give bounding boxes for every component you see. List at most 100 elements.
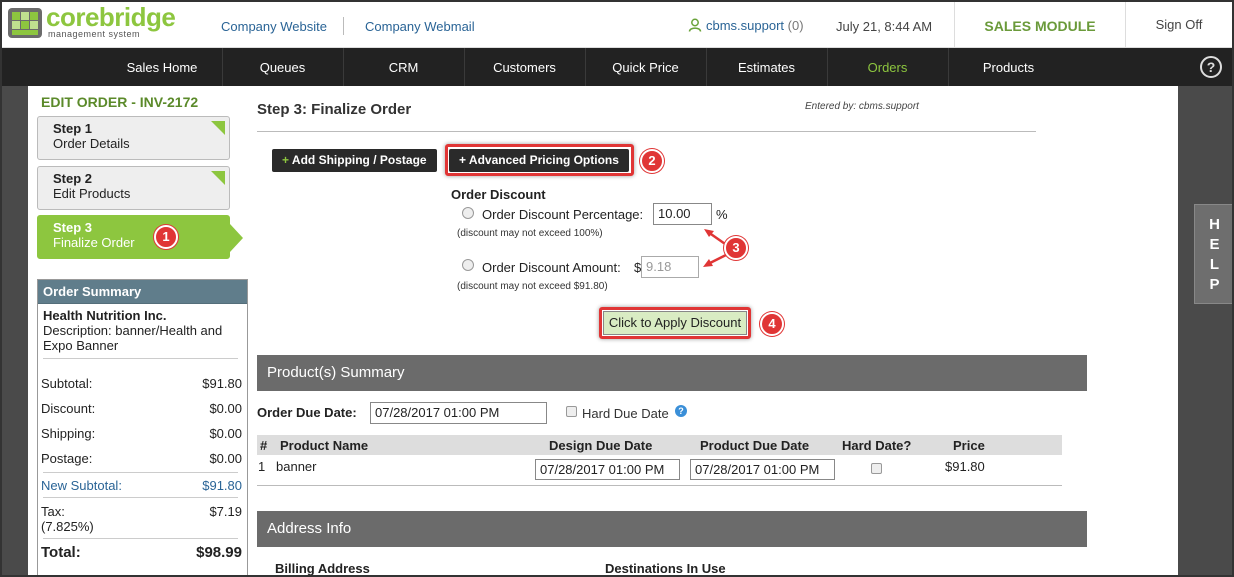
right-gutter	[1178, 86, 1232, 575]
column-header-product-name: Product Name	[280, 438, 369, 453]
summary-value: $0.00	[209, 426, 242, 441]
add-shipping-postage-button[interactable]: + Add Shipping / Postage	[272, 149, 437, 172]
logo-subtitle: management system	[48, 29, 141, 39]
active-step-arrow-icon	[230, 224, 243, 252]
product-due-date-input[interactable]: 07/28/2017 01:00 PM	[690, 459, 835, 480]
logo-text-core: core	[46, 2, 99, 32]
user-name: cbms.support	[706, 18, 785, 33]
order-description: Description: banner/Health and Expo Bann…	[43, 323, 223, 353]
discount-amount-label: Order Discount Amount:	[482, 260, 621, 275]
discount-amount-radio[interactable]	[462, 259, 474, 271]
step-subtitle: Edit Products	[53, 186, 131, 201]
callout-badge-1: 1	[154, 225, 178, 249]
discount-percentage-label: Order Discount Percentage:	[482, 207, 644, 222]
apply-discount-button[interactable]: Click to Apply Discount	[603, 311, 747, 335]
edit-order-title: EDIT ORDER - INV-2172	[41, 94, 199, 110]
order-discount-heading: Order Discount	[451, 187, 546, 202]
nav-queues[interactable]: Queues	[222, 48, 342, 86]
app-window: corebridge management system Company Web…	[0, 0, 1234, 577]
percentage-note: (discount may not exceed 100%)	[457, 228, 603, 239]
hard-date-checkbox[interactable]	[871, 463, 882, 474]
summary-value: $0.00	[209, 401, 242, 416]
customer-name: Health Nutrition Inc.	[43, 308, 167, 323]
summary-label: Subtotal:	[41, 376, 93, 391]
summary-label: Total:	[41, 544, 81, 561]
row-product-name: banner	[276, 459, 317, 474]
plus-icon: +	[459, 153, 467, 167]
advanced-pricing-options-button[interactable]: + Advanced Pricing Options	[449, 149, 629, 172]
plus-icon: +	[282, 153, 290, 167]
sign-off-button[interactable]: Sign Off	[1126, 2, 1232, 48]
user-notification-count: (0)	[787, 18, 804, 33]
column-header-price: Price	[953, 438, 985, 453]
column-header-design-due: Design Due Date	[549, 438, 653, 453]
nav-quick-price[interactable]: Quick Price	[585, 48, 705, 86]
order-due-date-label: Order Due Date:	[257, 405, 357, 420]
left-gutter	[2, 86, 28, 575]
summary-label: New Subtotal:	[41, 478, 122, 493]
sales-module-label[interactable]: SALES MODULE	[954, 2, 1126, 48]
step-1-order-details[interactable]: Step 1 Order Details	[37, 116, 230, 160]
summary-divider	[43, 497, 238, 498]
order-summary-heading: Order Summary	[38, 280, 247, 304]
discount-percentage-radio[interactable]	[462, 207, 474, 219]
summary-label: (7.825%)	[41, 519, 94, 534]
help-tab-letter: L	[1209, 256, 1220, 273]
summary-divider	[43, 472, 238, 473]
column-header-product-due: Product Due Date	[700, 438, 810, 453]
column-header-num: #	[260, 438, 268, 453]
nav-crm[interactable]: CRM	[343, 48, 463, 86]
hard-due-date-label: Hard Due Date	[582, 406, 669, 421]
step-3-finalize-order[interactable]: Step 3 Finalize Order	[37, 215, 243, 259]
design-due-date-input[interactable]: 07/28/2017 01:00 PM	[535, 459, 680, 480]
row-price: $91.80	[945, 459, 985, 474]
order-due-date-input[interactable]: 07/28/2017 01:00 PM	[370, 402, 547, 424]
discount-amount-input[interactable]: 9.18	[641, 256, 699, 278]
column-header-hard-date: Hard Date?	[842, 438, 912, 453]
hard-due-date-checkbox[interactable]	[566, 406, 577, 417]
amount-note: (discount may not exceed $91.80)	[457, 281, 608, 292]
button-label: Advanced Pricing Options	[468, 153, 619, 167]
help-tab-letter: H	[1209, 216, 1220, 233]
corebridge-logo[interactable]: corebridge management system	[6, 2, 186, 41]
help-question-icon[interactable]: ?	[675, 405, 687, 417]
button-label: Add Shipping / Postage	[291, 153, 427, 167]
discount-percentage-input[interactable]: 10.00	[653, 203, 712, 225]
table-row: 1 banner 07/28/2017 01:00 PM 07/28/2017 …	[257, 455, 1062, 486]
help-side-tab[interactable]: H E L P	[1194, 204, 1232, 304]
nav-sales-home[interactable]: Sales Home	[102, 48, 222, 86]
summary-divider	[43, 358, 238, 359]
step-title: Step 2	[53, 171, 93, 186]
current-user[interactable]: cbms.support (0)	[688, 18, 804, 33]
nav-estimates[interactable]: Estimates	[706, 48, 826, 86]
user-icon	[688, 18, 702, 32]
help-tab-letter: E	[1209, 236, 1220, 253]
company-website-link[interactable]: Company Website	[221, 19, 327, 34]
callout-badge-2: 2	[640, 149, 664, 173]
summary-label: Tax:	[41, 504, 65, 519]
step-complete-corner-icon	[211, 121, 225, 135]
step-subtitle: Order Details	[53, 136, 130, 151]
percent-unit: %	[716, 207, 728, 222]
summary-value: $91.80	[202, 478, 242, 493]
help-question-icon[interactable]: ?	[1200, 56, 1222, 78]
company-webmail-link[interactable]: Company Webmail	[365, 19, 475, 34]
summary-label: Postage:	[41, 451, 93, 466]
nav-orders[interactable]: Orders	[827, 48, 947, 86]
page-title: Step 3: Finalize Order	[257, 101, 412, 118]
logo-mark-icon	[8, 8, 42, 38]
header-separator	[343, 17, 344, 35]
callout-badge-3: 3	[724, 236, 748, 260]
summary-value: $0.00	[209, 451, 242, 466]
summary-label: Shipping:	[41, 426, 96, 441]
nav-products[interactable]: Products	[948, 48, 1068, 86]
address-info-band: Address Info	[257, 511, 1087, 547]
callout-badge-4: 4	[760, 312, 784, 336]
nav-customers[interactable]: Customers	[464, 48, 584, 86]
row-number: 1	[258, 459, 266, 474]
step-title: Step 1	[53, 121, 93, 136]
destinations-in-use-heading: Destinations In Use	[605, 561, 726, 576]
current-datetime: July 21, 8:44 AM	[836, 19, 933, 34]
step-2-edit-products[interactable]: Step 2 Edit Products	[37, 166, 230, 210]
main-nav: Sales Home Queues CRM Customers Quick Pr…	[2, 48, 1232, 86]
